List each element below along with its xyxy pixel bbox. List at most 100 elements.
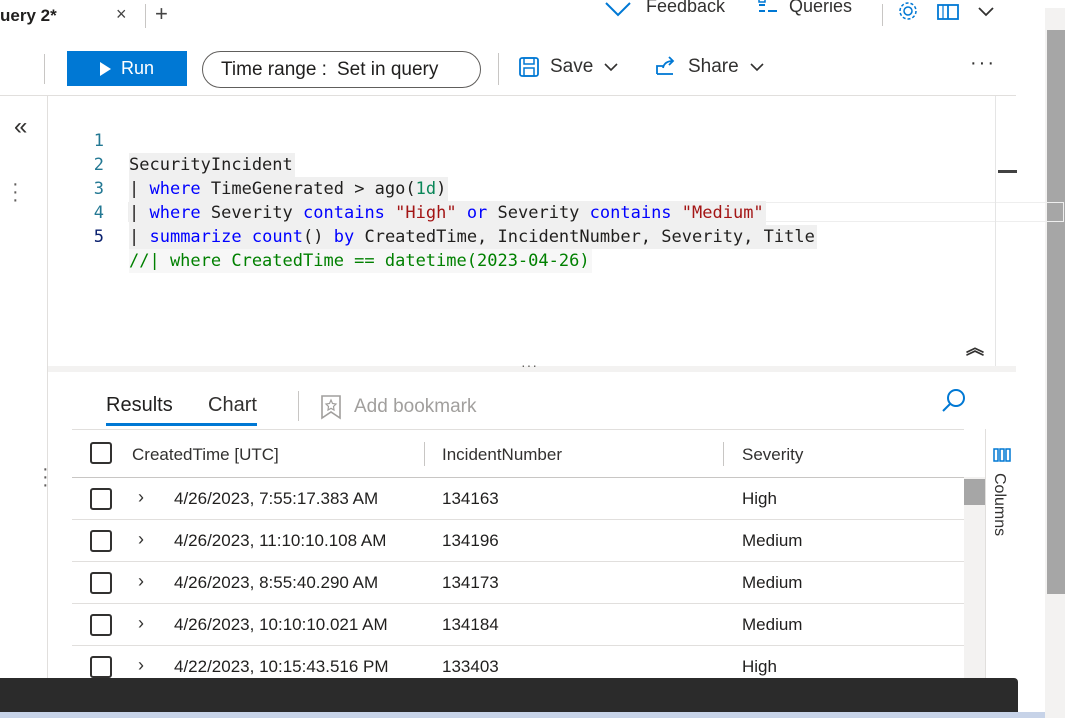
- column-header-severity[interactable]: Severity: [742, 445, 803, 465]
- column-header-createdtime[interactable]: CreatedTime [UTC]: [132, 445, 279, 465]
- settings-icon[interactable]: [896, 2, 920, 24]
- bookmark-icon: [321, 395, 341, 420]
- query-tab-title[interactable]: uery 2*: [0, 6, 57, 26]
- line-number: 5: [93, 227, 104, 247]
- query-editor[interactable]: 1 SecurityIncident 2 | where TimeGenerat…: [48, 96, 1064, 366]
- cell-createdtime: 4/22/2023, 10:15:43.516 PM: [174, 657, 389, 676]
- cell-severity: High: [742, 489, 777, 508]
- share-label: Share: [688, 56, 739, 77]
- code-text[interactable]: | where Severity contains "High" or Seve…: [129, 201, 766, 225]
- bottom-status-bar: [0, 678, 1018, 712]
- cell-severity: Medium: [742, 615, 803, 634]
- table-row[interactable]: › 4/26/2023, 10:10:10.021 AM 134184 Medi…: [72, 604, 964, 646]
- query-tab-strip: uery 2* × + Feedback Queries: [0, 0, 1045, 36]
- toolbar-separator: [498, 53, 499, 85]
- select-all-checkbox[interactable]: [90, 442, 112, 464]
- collapse-sidebar-icon[interactable]: «: [14, 113, 27, 141]
- chevron-down-icon: [750, 63, 764, 72]
- tab-chart[interactable]: Chart: [208, 394, 257, 417]
- run-button[interactable]: Run: [67, 51, 187, 86]
- feedback-button[interactable]: Feedback: [604, 0, 725, 17]
- results-tab-separator: [298, 391, 299, 421]
- expand-row-icon[interactable]: ›: [138, 655, 144, 676]
- cell-severity: Medium: [742, 531, 803, 550]
- feedback-label: Feedback: [646, 0, 726, 16]
- toolbar-left-divider: [44, 54, 45, 84]
- tab-divider: [145, 4, 146, 28]
- column-resize-handle[interactable]: [424, 442, 425, 466]
- code-line-5: 5 //| where CreatedTime == datetime(2023…: [48, 201, 592, 273]
- add-bookmark-label: Add bookmark: [354, 396, 477, 417]
- row-checkbox[interactable]: [90, 530, 112, 552]
- play-icon: [99, 61, 111, 76]
- cell-createdtime: 4/26/2023, 10:10:10.021 AM: [174, 615, 388, 634]
- queries-label: Queries: [789, 0, 853, 16]
- table-row[interactable]: › 4/26/2023, 7:55:17.383 AM 134163 High: [72, 478, 964, 520]
- cell-createdtime: 4/26/2023, 11:10:10.108 AM: [174, 531, 387, 550]
- expand-row-icon[interactable]: ›: [138, 487, 144, 508]
- save-button[interactable]: Save: [518, 56, 619, 78]
- add-bookmark-button[interactable]: Add bookmark: [320, 394, 477, 420]
- share-button[interactable]: Share: [654, 56, 765, 78]
- table-row[interactable]: › 4/22/2023, 10:15:43.516 PM 133403 High: [72, 646, 964, 678]
- cell-incidentnumber: 134184: [442, 615, 499, 634]
- table-row[interactable]: › 4/26/2023, 8:55:40.290 AM 134173 Mediu…: [72, 562, 964, 604]
- active-tab-indicator: [106, 423, 257, 426]
- expand-row-icon[interactable]: ›: [138, 571, 144, 592]
- queries-button[interactable]: Queries: [757, 0, 852, 17]
- time-range-picker[interactable]: Time range : Set in query: [202, 51, 481, 88]
- grid-header-row: CreatedTime [UTC] IncidentNumber Severit…: [72, 430, 964, 478]
- save-label: Save: [550, 56, 594, 77]
- cell-createdtime: 4/26/2023, 8:55:40.290 AM: [174, 573, 379, 592]
- top-separator: [882, 4, 883, 26]
- expand-row-icon[interactable]: ›: [138, 613, 144, 634]
- cell-incidentnumber: 134196: [442, 531, 499, 550]
- columns-label: Columns: [991, 473, 1008, 537]
- code-text[interactable]: | where TimeGenerated > ago(1d): [129, 177, 449, 201]
- time-range-value: Set in query: [336, 58, 439, 80]
- save-icon: [519, 57, 539, 77]
- cell-incidentnumber: 133403: [442, 657, 499, 676]
- queries-icon: [758, 0, 777, 12]
- row-checkbox[interactable]: [90, 656, 112, 678]
- results-tab-bar: Results Chart Add bookmark: [72, 386, 1016, 428]
- chevron-down-icon[interactable]: [976, 2, 996, 24]
- sidebar-drag-handle-icon[interactable]: · · ·: [12, 174, 19, 210]
- book-icon[interactable]: [936, 2, 960, 24]
- editor-overview-mark: [998, 170, 1017, 173]
- heart-icon: [605, 1, 631, 16]
- row-checkbox[interactable]: [90, 488, 112, 510]
- code-text[interactable]: SecurityIncident: [129, 153, 295, 177]
- code-line-2: 2 | where TimeGenerated > ago(1d): [48, 129, 449, 201]
- column-header-incidentnumber[interactable]: IncidentNumber: [442, 445, 562, 465]
- code-text[interactable]: //| where CreatedTime == datetime(2023-0…: [129, 249, 592, 273]
- tab-results[interactable]: Results: [106, 394, 173, 417]
- code-line-1: 1 SecurityIncident: [48, 105, 295, 177]
- taskbar-strip: [0, 712, 1045, 718]
- code-text[interactable]: | summarize count() by CreatedTime, Inci…: [129, 225, 817, 249]
- share-icon: [656, 56, 675, 75]
- query-toolbar: Run Time range : Set in query Save Share…: [0, 40, 1016, 96]
- table-row[interactable]: › 4/26/2023, 11:10:10.108 AM 134196 Medi…: [72, 520, 964, 562]
- editor-scrollbar[interactable]: [995, 96, 1017, 366]
- chevron-down-icon: [604, 63, 618, 72]
- row-checkbox[interactable]: [90, 572, 112, 594]
- grid-scrollbar[interactable]: [964, 477, 985, 678]
- cell-severity: Medium: [742, 573, 803, 592]
- add-tab-icon[interactable]: +: [155, 1, 168, 27]
- search-icon[interactable]: [940, 387, 968, 415]
- cell-incidentnumber: 134173: [442, 573, 499, 592]
- row-checkbox[interactable]: [90, 614, 112, 636]
- collapse-editor-icon[interactable]: ︽: [966, 334, 984, 360]
- column-resize-handle[interactable]: [723, 442, 724, 466]
- more-options-button[interactable]: ···: [970, 52, 996, 75]
- splitter-grip-icon[interactable]: ···: [521, 357, 538, 373]
- time-range-label: Time range :: [221, 58, 327, 80]
- cell-severity: High: [742, 657, 777, 676]
- cell-createdtime: 4/26/2023, 7:55:17.383 AM: [174, 489, 379, 508]
- columns-side-panel[interactable]: Columns: [985, 429, 1016, 678]
- expand-row-icon[interactable]: ›: [138, 529, 144, 550]
- close-tab-icon[interactable]: ×: [116, 4, 127, 25]
- page-scrollbar-thumb[interactable]: [1047, 30, 1065, 594]
- grid-scrollbar-thumb[interactable]: [964, 479, 985, 505]
